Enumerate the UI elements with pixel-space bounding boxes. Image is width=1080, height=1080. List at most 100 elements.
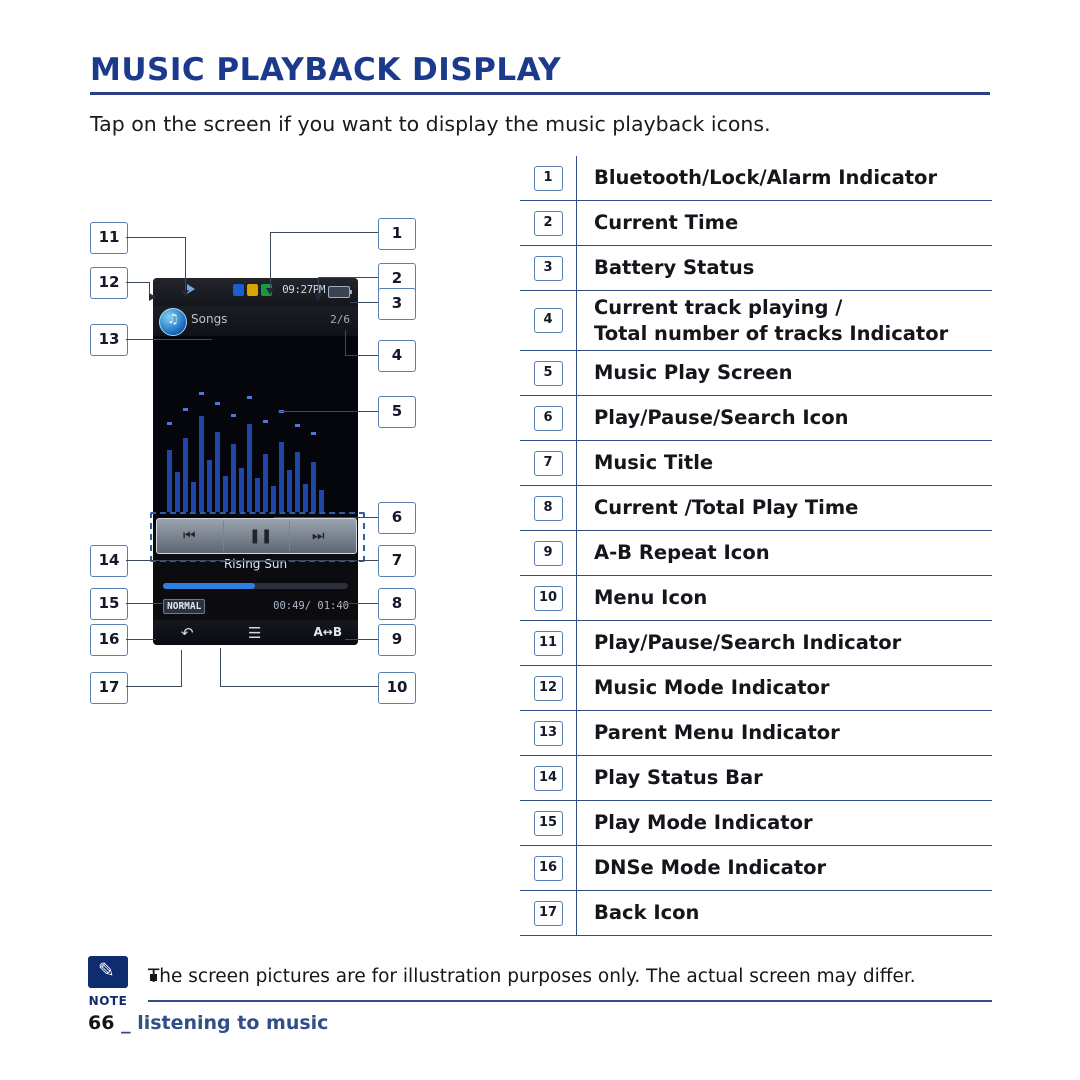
legend-row-9: 9 A-B Repeat Icon	[520, 531, 992, 576]
callout-8: 8	[378, 588, 416, 620]
leader-5	[278, 411, 378, 413]
legend-row-4: 4 Current track playing / Total number o…	[520, 291, 992, 351]
note-divider	[148, 1000, 992, 1002]
ab-repeat-icon[interactable]: A↔B	[314, 625, 343, 639]
legend-num-13: 13	[520, 711, 577, 755]
legend-label-15: Play Mode Indicator	[594, 811, 813, 835]
leader-10	[220, 686, 378, 688]
parent-menu-bar: Songs 2/6	[153, 306, 358, 336]
device-screen: 09:27PM Songs 2/6	[153, 278, 358, 645]
legend-label-1: Bluetooth/Lock/Alarm Indicator	[594, 166, 938, 190]
leader-15	[126, 603, 168, 605]
legend-row-5: 5 Music Play Screen	[520, 351, 992, 396]
legend-label-7: Music Title	[594, 451, 714, 475]
callout-10: 10	[378, 672, 416, 704]
leader-14	[126, 560, 286, 562]
leader-16	[126, 639, 156, 641]
leader-2-arrow	[314, 294, 322, 301]
callout-4: 4	[378, 340, 416, 372]
play-status-bar-fill	[163, 583, 255, 589]
leader-17	[126, 686, 182, 688]
leader-17b	[181, 650, 183, 686]
legend-num-8: 8	[520, 486, 577, 530]
legend-label-9: A-B Repeat Icon	[594, 541, 770, 565]
legend-label-4-line2: Total number of tracks Indicator	[594, 321, 949, 345]
leader-11-arrow	[181, 290, 189, 297]
legend-row-12: 12 Music Mode Indicator	[520, 666, 992, 711]
legend-label-2: Current Time	[594, 211, 739, 235]
legend-row-6: 6 Play/Pause/Search Icon	[520, 396, 992, 441]
legend-label-12: Music Mode Indicator	[594, 676, 830, 700]
legend-num-7: 7	[520, 441, 577, 485]
back-icon[interactable]: ↶	[181, 624, 194, 642]
dnse-mode-indicator: NORMAL	[163, 599, 206, 614]
leader-8	[338, 603, 378, 605]
legend-label-13: Parent Menu Indicator	[594, 721, 840, 745]
legend-num-17: 17	[520, 891, 577, 935]
note-icon	[88, 956, 128, 988]
manual-page: MUSIC PLAYBACK DISPLAY Tap on the screen…	[0, 0, 1080, 1080]
legend-label-5: Music Play Screen	[594, 361, 793, 385]
page-title: MUSIC PLAYBACK DISPLAY	[90, 52, 562, 88]
legend-row-16: 16 DNSe Mode Indicator	[520, 846, 992, 891]
legend-label-3: Battery Status	[594, 256, 755, 280]
device-soft-keys: ↶ ☰ A↔B	[153, 620, 358, 645]
legend-row-17: 17 Back Icon	[520, 891, 992, 936]
legend-row-14: 14 Play Status Bar	[520, 756, 992, 801]
bluetooth-icon	[233, 284, 244, 296]
legend-row-3: 3 Battery Status	[520, 246, 992, 291]
legend-label-6: Play/Pause/Search Icon	[594, 406, 849, 430]
legend-row-15: 15 Play Mode Indicator	[520, 801, 992, 846]
leader-4b	[345, 330, 347, 355]
legend-num-16: 16	[520, 846, 577, 890]
callout-17: 17	[90, 672, 128, 704]
legend-row-1: 1 Bluetooth/Lock/Alarm Indicator	[520, 156, 992, 201]
legend-row-7: 7 Music Title	[520, 441, 992, 486]
legend-label-11: Play/Pause/Search Indicator	[594, 631, 902, 655]
menu-icon[interactable]: ☰	[248, 624, 261, 642]
parent-menu-label: Songs	[191, 312, 228, 326]
legend-num-10: 10	[520, 576, 577, 620]
play-time-indicator: 00:49/ 01:40	[273, 600, 349, 612]
legend-num-4: 4	[520, 291, 577, 350]
legend-num-3: 3	[520, 246, 577, 290]
callout-16: 16	[90, 624, 128, 656]
leader-2	[318, 277, 378, 279]
music-mode-icon	[159, 308, 187, 336]
leader-3	[350, 302, 378, 304]
intro-text: Tap on the screen if you want to display…	[90, 112, 771, 136]
legend-num-15: 15	[520, 801, 577, 845]
legend-num-5: 5	[520, 351, 577, 395]
note-label: NOTE	[88, 994, 128, 1008]
legend-row-8: 8 Current /Total Play Time	[520, 486, 992, 531]
battery-icon	[328, 286, 352, 298]
legend-num-1: 1	[520, 156, 577, 200]
legend-row-10: 10 Menu Icon	[520, 576, 992, 621]
track-count-indicator: 2/6	[330, 313, 350, 326]
leader-1-arrow	[266, 288, 274, 295]
leader-11b	[185, 237, 187, 295]
callout-9: 9	[378, 624, 416, 656]
callout-11: 11	[90, 222, 128, 254]
legend-list: 1 Bluetooth/Lock/Alarm Indicator 2 Curre…	[520, 156, 992, 936]
legend-num-6: 6	[520, 396, 577, 440]
note-text: The screen pictures are for illustration…	[148, 966, 916, 987]
callout-12: 12	[90, 267, 128, 299]
leader-7	[288, 560, 378, 562]
leader-12	[126, 282, 150, 284]
legend-row-13: 13 Parent Menu Indicator	[520, 711, 992, 756]
legend-label-8: Current /Total Play Time	[594, 496, 859, 520]
legend-label-16: DNSe Mode Indicator	[594, 856, 827, 880]
footer-separator: _	[114, 1012, 138, 1034]
footer-section: listening to music	[137, 1012, 329, 1034]
legend-num-12: 12	[520, 666, 577, 710]
lock-icon	[247, 284, 258, 296]
callout-15: 15	[90, 588, 128, 620]
title-divider	[90, 92, 990, 95]
legend-label-14: Play Status Bar	[594, 766, 763, 790]
mode-row: NORMAL 00:49/ 01:40	[153, 596, 358, 620]
legend-row-11: 11 Play/Pause/Search Indicator	[520, 621, 992, 666]
control-highlight-box	[150, 512, 365, 562]
legend-num-9: 9	[520, 531, 577, 575]
legend-label-10: Menu Icon	[594, 586, 708, 610]
